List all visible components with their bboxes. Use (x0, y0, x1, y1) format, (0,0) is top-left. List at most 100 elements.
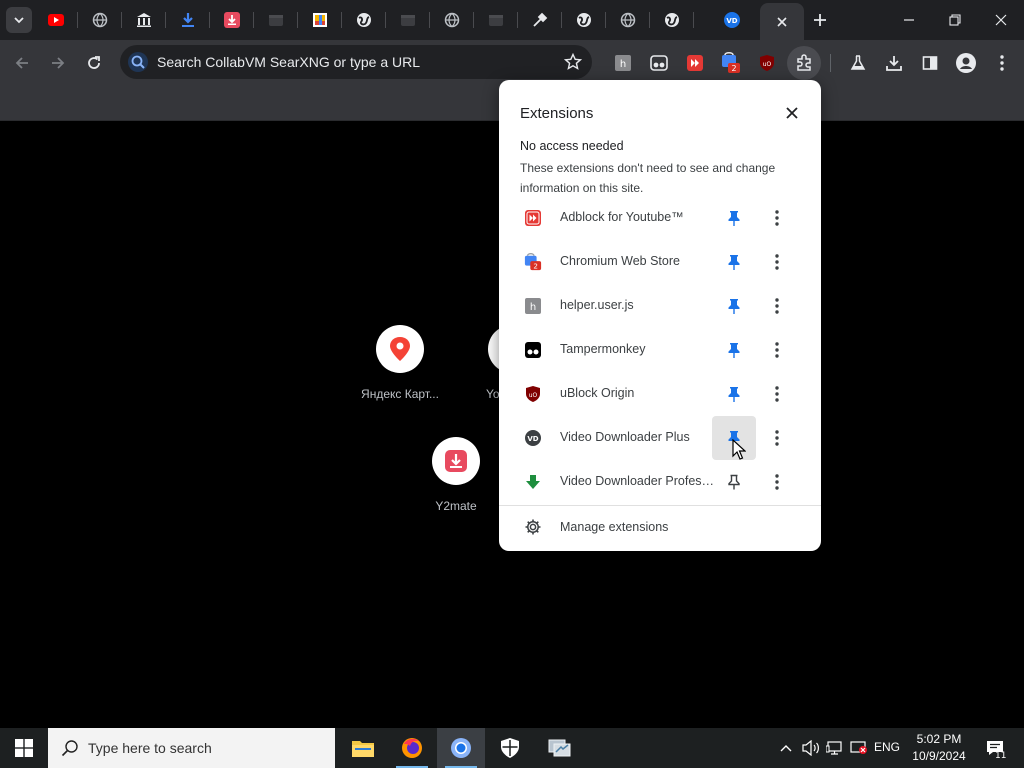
pin-button[interactable] (712, 240, 756, 284)
close-window-button[interactable] (978, 0, 1024, 40)
popup-title: Extensions (520, 105, 594, 122)
tab-download[interactable] (166, 0, 210, 40)
tab-search-button[interactable] (6, 7, 32, 33)
tab-globe-2[interactable] (342, 0, 386, 40)
toolbar-helper-userjs[interactable]: h (611, 51, 635, 75)
tab-globe-4[interactable] (562, 0, 606, 40)
volume-button[interactable] (800, 728, 822, 768)
chromium-web-store-icon: 2 (524, 253, 542, 271)
reload-button[interactable] (82, 51, 106, 75)
pin-button[interactable] (712, 328, 756, 372)
extension-row[interactable]: h helper.user.js (499, 284, 821, 328)
shortcut-yandex-maps[interactable]: Яндекс Карт... (352, 325, 448, 401)
extensions-menu-button[interactable] (787, 46, 821, 80)
back-button[interactable] (10, 51, 34, 75)
bookmark-star-icon[interactable] (563, 52, 583, 71)
tab-blank-1[interactable] (254, 0, 298, 40)
shortcut-y2mate[interactable]: Y2mate (408, 437, 504, 513)
tab-video-downloader[interactable]: VD (710, 0, 754, 40)
side-panel-button[interactable] (918, 51, 942, 75)
taskbar-file-explorer[interactable] (339, 728, 387, 768)
tab-strip: VD (0, 0, 1024, 41)
minimize-button[interactable] (886, 0, 932, 40)
toolbar-chromium-web-store[interactable]: 2 (719, 51, 743, 75)
youtube-icon (48, 12, 64, 28)
taskbar-clock[interactable]: 5:02 PM 10/9/2024 (903, 731, 975, 765)
taskbar-security[interactable] (486, 728, 534, 768)
adblock-youtube-icon (524, 209, 542, 227)
labs-button[interactable] (846, 51, 870, 75)
tab-blank-2[interactable] (386, 0, 430, 40)
download-icon (886, 56, 902, 71)
more-options-button[interactable] (767, 384, 787, 404)
pin-button[interactable] (712, 460, 756, 504)
security-shield-icon (501, 738, 519, 758)
close-icon[interactable] (774, 14, 790, 30)
side-panel-icon (922, 56, 938, 70)
forward-button[interactable] (46, 51, 70, 75)
notifications-button[interactable]: 11 (980, 728, 1010, 768)
notification-count: 11 (995, 751, 1007, 761)
svg-text:VD: VD (726, 17, 737, 25)
tab-globe-3[interactable] (430, 0, 474, 40)
taskbar-network-app[interactable] (535, 728, 583, 768)
pin-button[interactable] (712, 372, 756, 416)
y2mate-download-icon (432, 437, 480, 485)
popup-close-button[interactable] (782, 103, 802, 123)
globe-icon (356, 12, 372, 28)
tab-globe-5[interactable] (606, 0, 650, 40)
blank-page-icon (488, 12, 504, 28)
shortcut-partial[interactable]: Yo (464, 325, 500, 401)
restore-button[interactable] (932, 0, 978, 40)
pin-button[interactable] (712, 284, 756, 328)
more-options-button[interactable] (767, 208, 787, 228)
tab-youtube[interactable] (34, 0, 78, 40)
browser-menu-button[interactable] (990, 51, 1014, 75)
gear-icon (525, 519, 541, 535)
downloads-button[interactable] (882, 51, 906, 75)
toolbar-adblock-youtube[interactable] (683, 51, 707, 75)
start-button[interactable] (0, 728, 48, 768)
tab-y2mate[interactable] (210, 0, 254, 40)
more-options-button[interactable] (767, 252, 787, 272)
extension-row[interactable]: 2 Chromium Web Store (499, 240, 821, 284)
tab-globe-6[interactable] (650, 0, 694, 40)
tab-globe-1[interactable] (78, 0, 122, 40)
svg-text:uO: uO (763, 61, 772, 68)
svg-text:uO: uO (529, 392, 538, 399)
more-options-button[interactable] (767, 472, 787, 492)
close-icon (995, 14, 1007, 26)
extension-row[interactable]: Adblock for Youtube™ (499, 196, 821, 240)
pin-button[interactable] (712, 196, 756, 240)
taskbar-chromium[interactable] (437, 728, 485, 768)
more-options-button[interactable] (767, 340, 787, 360)
show-hidden-icons-button[interactable] (776, 728, 796, 768)
manage-extensions-button[interactable]: Manage extensions (499, 508, 821, 548)
plus-icon (814, 14, 826, 26)
address-bar[interactable]: Search CollabVM SearXNG or type a URL (120, 45, 592, 79)
action-center-app-button[interactable] (848, 728, 870, 768)
more-options-button[interactable] (767, 296, 787, 316)
tab-active[interactable] (760, 3, 804, 41)
input-language[interactable]: ENG (874, 740, 900, 754)
network-status-button[interactable] (824, 728, 846, 768)
taskbar-search-box[interactable]: Type here to search (48, 728, 335, 768)
pin-filled-icon (728, 211, 740, 226)
tab-tools[interactable] (518, 0, 562, 40)
extension-row[interactable]: uO uBlock Origin (499, 372, 821, 416)
pin-filled-icon (728, 255, 740, 270)
globe-icon (576, 12, 592, 28)
taskbar-firefox[interactable] (388, 728, 436, 768)
tab-blank-3[interactable] (474, 0, 518, 40)
extension-row[interactable]: VD Video Downloader Plus (499, 416, 821, 460)
toolbar-tampermonkey[interactable] (647, 51, 671, 75)
new-tab-button[interactable] (808, 8, 832, 32)
extension-row[interactable]: Tampermonkey (499, 328, 821, 372)
extension-row[interactable]: Video Downloader Professi... (499, 460, 821, 504)
more-options-button[interactable] (767, 428, 787, 448)
svg-text:2: 2 (731, 64, 736, 73)
toolbar-ublock-origin[interactable]: uO (755, 51, 779, 75)
tab-image[interactable] (298, 0, 342, 40)
tab-bank[interactable] (122, 0, 166, 40)
profile-button[interactable] (954, 51, 978, 75)
